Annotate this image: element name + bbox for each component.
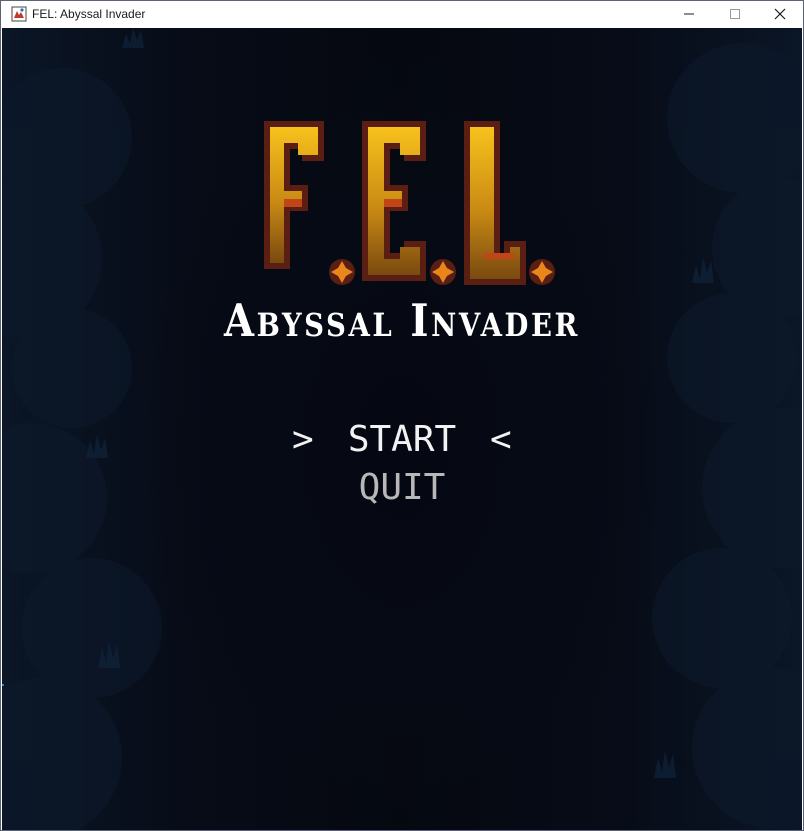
edge-marker [2, 684, 4, 686]
logo-dot-gem [430, 259, 456, 285]
logo-letter-e [362, 121, 426, 281]
minimize-button[interactable] [666, 1, 712, 27]
close-icon [774, 8, 786, 20]
game-canvas[interactable]: Abyssal Invader > START < QUIT [2, 28, 802, 830]
logo-letter-l [464, 121, 526, 285]
logo-letter-f [264, 121, 324, 269]
quit-button[interactable]: QUIT [2, 466, 802, 510]
minimize-icon [684, 13, 694, 15]
game-logo [264, 121, 555, 285]
maximize-button[interactable] [712, 1, 758, 27]
close-button[interactable] [757, 1, 803, 27]
menu-cursor-right: < [490, 419, 512, 460]
logo-dot-gem [529, 259, 555, 285]
app-window: FEL: Abyssal Invader Abyssal Invader > S… [0, 0, 804, 831]
java-app-icon [11, 6, 27, 22]
logo-subtitle: Abyssal Invader [223, 294, 581, 347]
title-bar[interactable]: FEL: Abyssal Invader [1, 1, 803, 27]
window-title: FEL: Abyssal Invader [32, 7, 146, 21]
start-button[interactable]: START [2, 418, 802, 462]
logo-dot-gem [329, 259, 355, 285]
maximize-icon [730, 9, 740, 19]
